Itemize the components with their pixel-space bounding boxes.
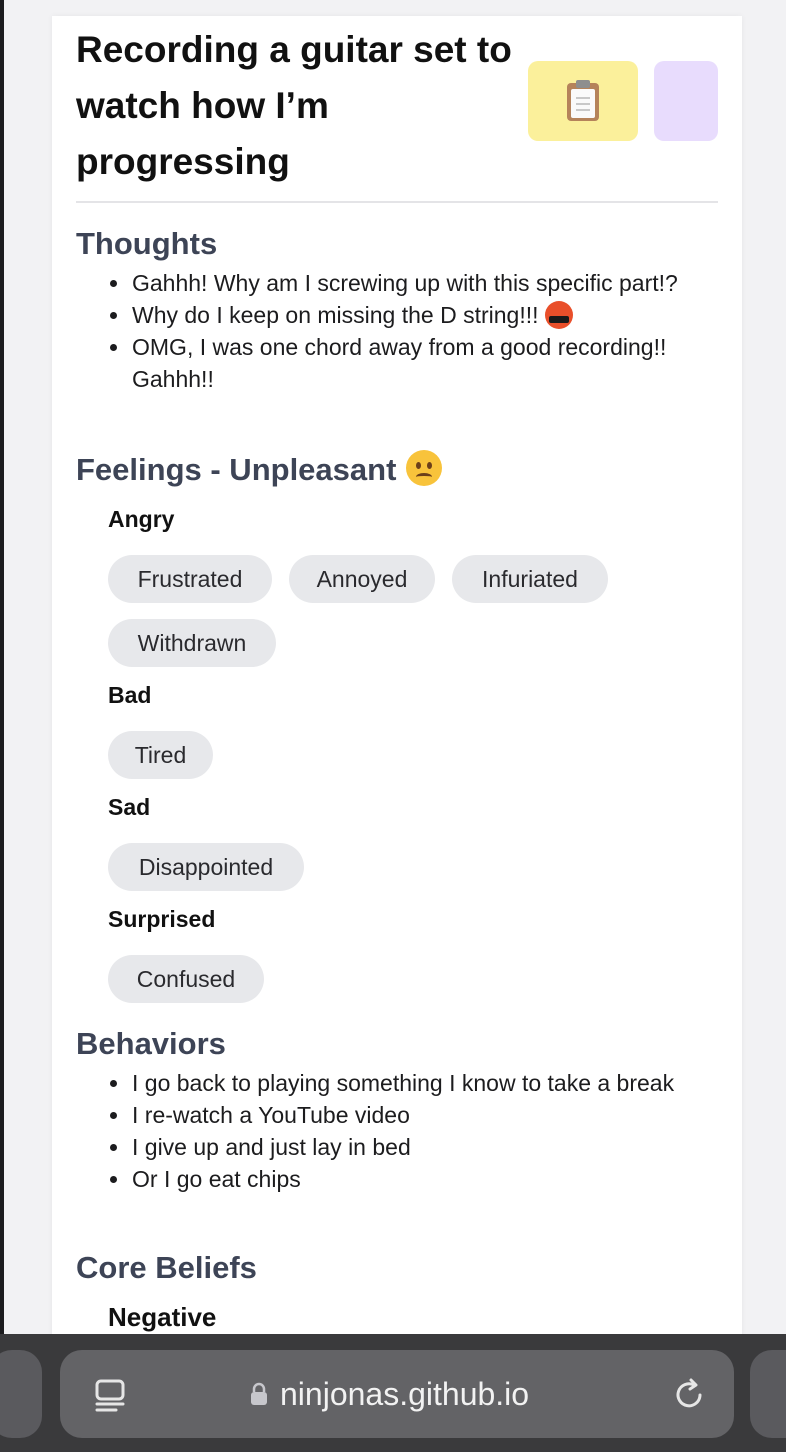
header-divider	[76, 201, 718, 203]
feelings-heading: Feelings - Unpleasant	[76, 450, 443, 488]
feeling-group-bad: Bad	[108, 682, 152, 708]
behaviors-list: I go back to playing something I know to…	[108, 1067, 708, 1195]
url-text[interactable]: ninjonas.github.io	[280, 1374, 529, 1414]
thoughts-list: Gahhh! Why am I screwing up with this sp…	[108, 267, 708, 395]
feeling-group-sad: Sad	[108, 794, 151, 820]
feeling-group-angry: Angry	[108, 506, 175, 532]
entry-header: Recording a guitar set to watch how I’m …	[76, 22, 718, 192]
list-item: OMG, I was one chord away from a good re…	[108, 331, 708, 395]
tabs-icon[interactable]	[94, 1378, 126, 1412]
feeling-group-surprised: Surprised	[108, 906, 216, 932]
feeling-chip[interactable]: Withdrawn	[108, 619, 276, 667]
clipboard-tile[interactable]	[528, 61, 638, 141]
feeling-chip[interactable]: Infuriated	[452, 555, 608, 603]
previous-tab-pill[interactable]	[0, 1350, 42, 1438]
clipboard-icon	[567, 80, 599, 121]
entry-title: Recording a guitar set to watch how I’m …	[76, 29, 512, 182]
core-beliefs-heading: Core Beliefs	[76, 1250, 257, 1285]
list-item: Gahhh! Why am I screwing up with this sp…	[108, 267, 708, 299]
lock-icon	[251, 1382, 267, 1405]
thoughts-heading: Thoughts	[76, 226, 218, 261]
reload-icon[interactable]	[672, 1376, 706, 1412]
behaviors-heading: Behaviors	[76, 1026, 226, 1061]
face-with-symbols-on-mouth-icon	[544, 301, 573, 329]
list-item: I go back to playing something I know to…	[108, 1067, 708, 1099]
frowning-face-icon	[406, 450, 443, 486]
feeling-chip[interactable]: Disappointed	[108, 843, 304, 891]
feeling-chip[interactable]: Frustrated	[108, 555, 272, 603]
feeling-chip[interactable]: Confused	[108, 955, 264, 1003]
list-item: I re-watch a YouTube video	[108, 1099, 708, 1131]
color-tile[interactable]	[654, 61, 718, 141]
browser-toolbar: ninjonas.github.io	[0, 1334, 786, 1452]
list-item: I give up and just lay in bed	[108, 1131, 708, 1163]
address-bar[interactable]: ninjonas.github.io	[60, 1350, 734, 1438]
feeling-chip[interactable]: Annoyed	[289, 555, 435, 603]
list-item: Why do I keep on missing the D string!!!	[108, 299, 708, 331]
feeling-chip[interactable]: Tired	[108, 731, 213, 779]
list-item: Or I go eat chips	[108, 1163, 708, 1195]
next-tab-pill[interactable]	[750, 1350, 786, 1438]
device-edge	[0, 0, 4, 1452]
core-beliefs-negative-label: Negative	[108, 1302, 217, 1332]
